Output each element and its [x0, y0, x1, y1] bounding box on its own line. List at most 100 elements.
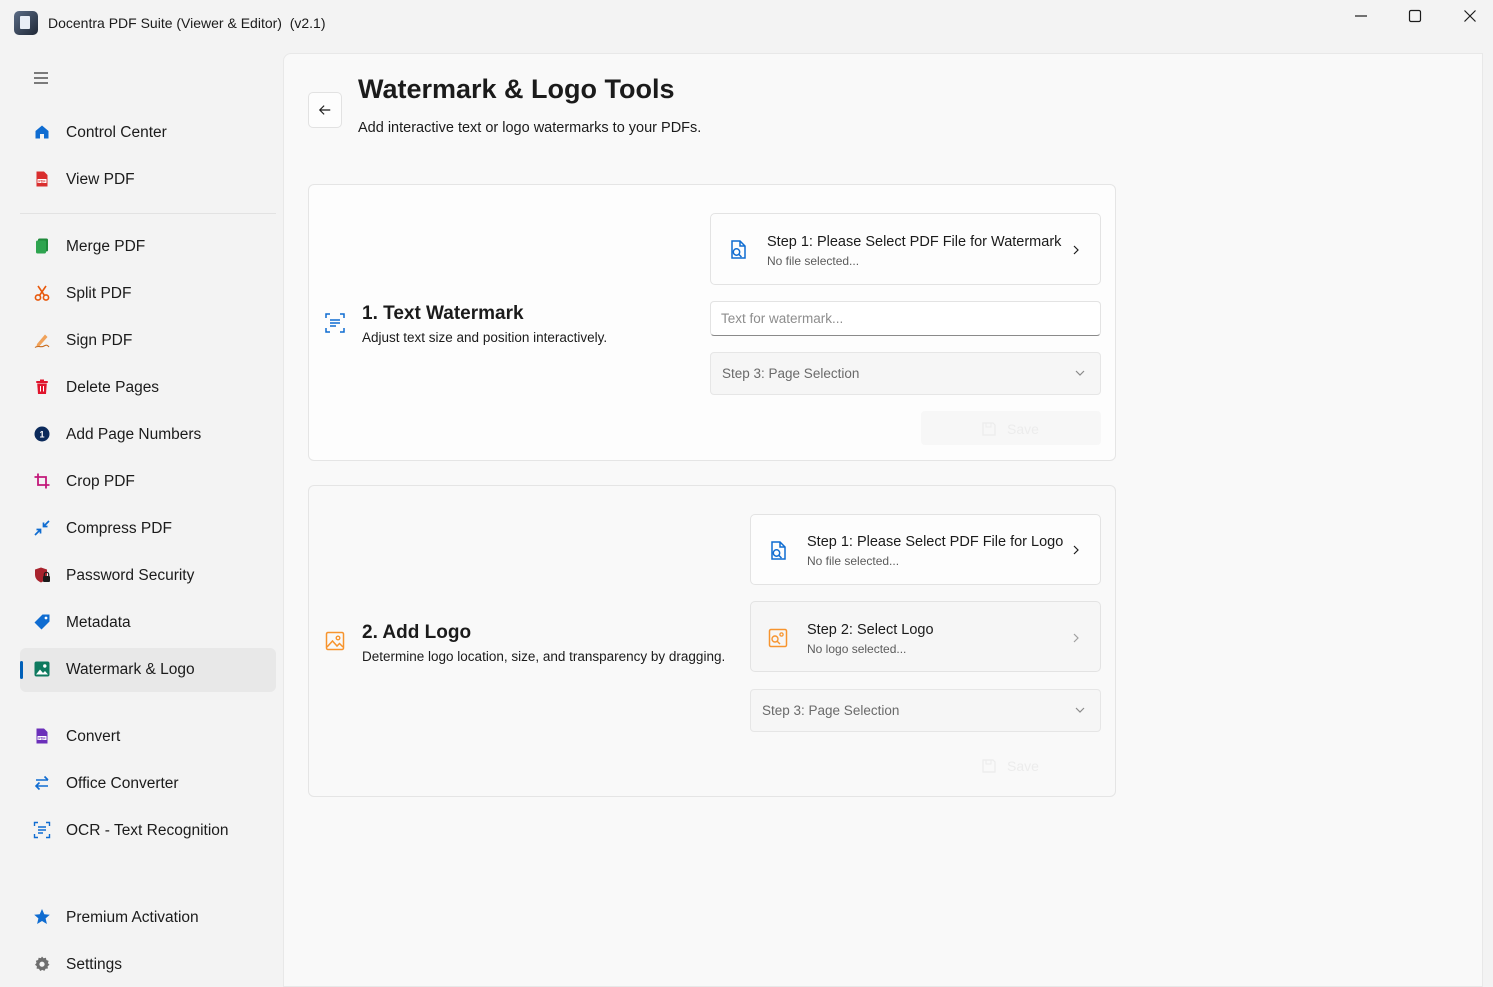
sidebar-item-label: Office Converter — [66, 775, 179, 792]
page-selection-dropdown[interactable]: Step 3: Page Selection — [750, 689, 1101, 732]
sidebar-item-label: Sign PDF — [66, 332, 133, 349]
chevron-right-icon — [1073, 545, 1079, 555]
chevron-down-icon — [1075, 370, 1085, 376]
file-search-icon — [731, 240, 746, 259]
convert-icon: PDF — [33, 727, 51, 745]
pdf-icon: PDF — [33, 170, 51, 188]
star-icon — [33, 908, 51, 926]
sidebar-item-label: Metadata — [66, 614, 131, 631]
sidebar-item-label: Add Page Numbers — [66, 426, 202, 443]
dropdown-label: Step 3: Page Selection — [762, 703, 900, 718]
home-icon — [33, 123, 51, 141]
sidebar-item-label: Password Security — [66, 567, 195, 584]
scan-text-icon — [33, 821, 51, 839]
save-icon — [982, 422, 996, 436]
crop-icon — [33, 472, 51, 490]
close-icon — [1464, 10, 1476, 22]
sidebar-item-convert[interactable]: PDF Convert — [20, 715, 276, 759]
signature-icon — [33, 331, 51, 349]
sidebar-divider — [20, 213, 276, 214]
step-title: Step 2: Select Logo — [807, 622, 934, 638]
swap-icon — [33, 774, 51, 792]
compress-icon — [33, 519, 51, 537]
file-search-icon — [771, 541, 786, 560]
sidebar-item-label: View PDF — [66, 171, 135, 188]
sidebar-item-label: Convert — [66, 728, 121, 745]
sidebar-item-add-page-numbers[interactable]: 1 Add Page Numbers — [20, 413, 276, 457]
sidebar-item-ocr[interactable]: OCR - Text Recognition — [20, 809, 276, 853]
watermark-text-input[interactable] — [710, 301, 1101, 336]
sidebar-item-metadata[interactable]: Metadata — [20, 601, 276, 645]
merge-icon — [33, 237, 51, 255]
sidebar-item-label: Watermark & Logo — [66, 661, 195, 678]
sidebar-item-crop-pdf[interactable]: Crop PDF — [20, 460, 276, 504]
sidebar-item-label: Control Center — [66, 124, 167, 141]
step-title: Step 1: Please Select PDF File for Logo — [807, 534, 1064, 550]
save-button[interactable]: Save — [921, 411, 1101, 445]
page-selection-dropdown[interactable]: Step 3: Page Selection — [710, 352, 1101, 395]
gear-icon — [33, 955, 51, 973]
sidebar-item-settings[interactable]: Settings — [20, 943, 276, 987]
shield-lock-icon — [33, 566, 51, 584]
tag-icon — [33, 613, 51, 631]
sidebar-item-merge-pdf[interactable]: Merge PDF — [20, 225, 276, 269]
chevron-down-icon — [1075, 707, 1085, 713]
sidebar-item-label: Compress PDF — [66, 520, 172, 537]
card-title: 1. Text Watermark — [362, 303, 524, 324]
save-label: Save — [1007, 758, 1039, 774]
select-logo-button[interactable]: Step 2: Select Logo No logo selected... — [750, 601, 1101, 672]
step-title: Step 1: Please Select PDF File for Water… — [767, 234, 1062, 250]
image-icon — [33, 660, 51, 678]
sidebar-item-compress-pdf[interactable]: Compress PDF — [20, 507, 276, 551]
card-description: Determine logo location, size, and trans… — [362, 649, 726, 664]
hamburger-icon — [34, 72, 48, 84]
step-status: No logo selected... — [807, 642, 907, 656]
scissors-icon — [33, 284, 51, 302]
select-pdf-logo-button[interactable]: Step 1: Please Select PDF File for Logo … — [750, 514, 1101, 585]
add-logo-card: 2. Add Logo Determine logo location, siz… — [308, 485, 1116, 797]
text-watermark-card: 1. Text Watermark Adjust text size and p… — [308, 184, 1116, 461]
sidebar-item-label: OCR - Text Recognition — [66, 822, 229, 839]
scan-text-icon — [325, 313, 345, 333]
minimize-icon — [1355, 15, 1367, 17]
sidebar-item-label: Settings — [66, 956, 123, 973]
page-subtitle: Add interactive text or logo watermarks … — [358, 120, 702, 136]
step-status: No file selected... — [767, 254, 860, 268]
save-button[interactable]: Save — [921, 748, 1101, 782]
save-label: Save — [1007, 421, 1039, 437]
sidebar-item-label: Delete Pages — [66, 379, 160, 396]
card-description: Adjust text size and position interactiv… — [362, 330, 608, 345]
sidebar-item-label: Split PDF — [66, 285, 132, 302]
card-title: 2. Add Logo — [362, 622, 472, 643]
minimize-button[interactable] — [1338, 0, 1384, 32]
sidebar-item-sign-pdf[interactable]: Sign PDF — [20, 319, 276, 363]
sidebar-item-premium-activation[interactable]: Premium Activation — [20, 896, 276, 940]
close-button[interactable] — [1447, 0, 1493, 32]
sidebar-item-delete-pages[interactable]: Delete Pages — [20, 366, 276, 410]
maximize-button[interactable] — [1392, 0, 1438, 32]
sidebar-item-label: Merge PDF — [66, 238, 146, 255]
svg-text:1: 1 — [39, 430, 44, 440]
sidebar-item-control-center[interactable]: Control Center — [20, 111, 276, 155]
back-arrow-icon — [318, 105, 331, 115]
maximize-icon — [1408, 9, 1422, 23]
back-button[interactable] — [308, 92, 342, 128]
sidebar-item-label: Premium Activation — [66, 909, 199, 926]
sidebar-item-watermark-logo[interactable]: Watermark & Logo — [20, 648, 276, 692]
sidebar-item-office-converter[interactable]: Office Converter — [20, 762, 276, 806]
image-search-icon — [768, 628, 788, 648]
sidebar-item-label: Crop PDF — [66, 473, 135, 490]
page-title: Watermark & Logo Tools — [358, 74, 675, 104]
sidebar-item-split-pdf[interactable]: Split PDF — [20, 272, 276, 316]
dropdown-label: Step 3: Page Selection — [722, 366, 860, 381]
chevron-right-icon — [1073, 245, 1079, 255]
chevron-right-icon — [1073, 633, 1079, 643]
svg-text:PDF: PDF — [38, 179, 46, 183]
select-pdf-watermark-button[interactable]: Step 1: Please Select PDF File for Water… — [710, 213, 1101, 285]
window-title: Docentra PDF Suite (Viewer & Editor) (v2… — [48, 15, 326, 31]
menu-toggle-button[interactable] — [30, 68, 52, 88]
app-logo-icon — [14, 11, 38, 35]
title-bar: Docentra PDF Suite (Viewer & Editor) (v2… — [0, 0, 1493, 48]
sidebar-item-view-pdf[interactable]: PDF View PDF — [20, 158, 276, 202]
sidebar-item-password-security[interactable]: Password Security — [20, 554, 276, 598]
